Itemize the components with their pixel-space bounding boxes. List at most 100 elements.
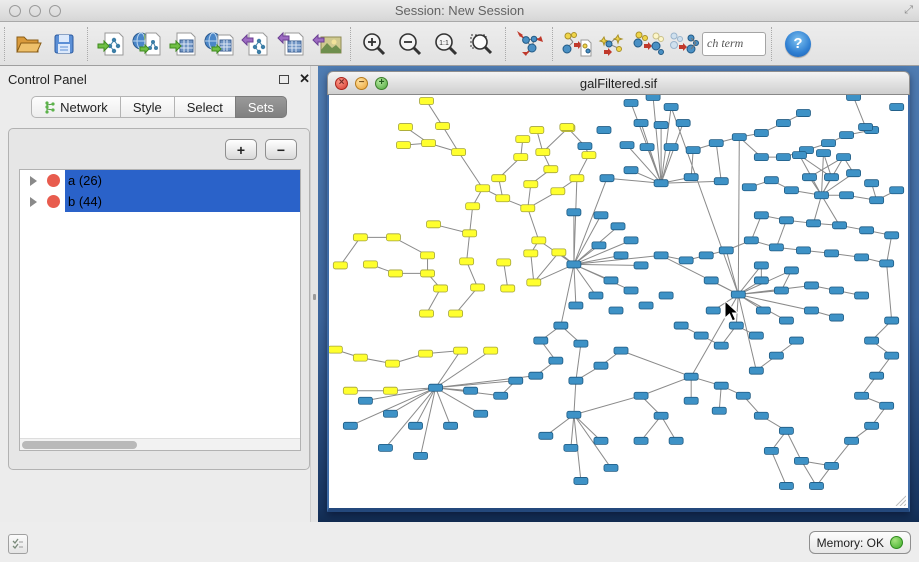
graph-node[interactable] [530, 127, 544, 134]
horizontal-scrollbar[interactable] [20, 438, 300, 450]
graph-node[interactable] [809, 482, 823, 489]
graph-node[interactable] [870, 372, 884, 379]
resize-grip-icon[interactable] [894, 494, 906, 506]
network-canvas[interactable] [327, 95, 910, 512]
graph-node[interactable] [784, 267, 798, 274]
graph-node[interactable] [769, 352, 783, 359]
graph-node[interactable] [589, 292, 603, 299]
network-window[interactable]: × − + galFiltered.sif [327, 71, 910, 512]
graph-node[interactable] [427, 221, 441, 228]
graph-node[interactable] [749, 367, 763, 374]
set-row-a[interactable]: a (26) [20, 170, 300, 191]
graph-node[interactable] [624, 237, 638, 244]
graph-node[interactable] [582, 152, 596, 159]
graph-node[interactable] [449, 310, 463, 317]
graph-node[interactable] [436, 123, 450, 130]
graph-node[interactable] [796, 247, 810, 254]
network-graph[interactable] [329, 95, 908, 508]
graph-node[interactable] [574, 477, 588, 484]
graph-node[interactable] [524, 181, 538, 188]
graph-node[interactable] [634, 120, 648, 127]
zoom-out-button[interactable] [392, 26, 428, 62]
graph-node[interactable] [414, 452, 428, 459]
graph-node[interactable] [664, 144, 678, 151]
first-neighbors-file-button[interactable] [558, 26, 594, 62]
graph-node[interactable] [754, 212, 768, 219]
graph-node[interactable] [749, 332, 763, 339]
graph-node[interactable] [840, 192, 854, 199]
graph-node[interactable] [614, 252, 628, 259]
import-network-web-button[interactable] [129, 26, 165, 62]
zoom-actual-size-button[interactable]: 1:1 [428, 26, 464, 62]
graph-node[interactable] [816, 150, 830, 157]
graph-node[interactable] [732, 134, 746, 141]
graph-node[interactable] [509, 377, 523, 384]
graph-node[interactable] [736, 392, 750, 399]
graph-node[interactable] [536, 149, 550, 156]
graph-node[interactable] [552, 249, 566, 256]
scrollbar-thumb[interactable] [22, 441, 137, 449]
graph-node[interactable] [388, 270, 402, 277]
graph-node[interactable] [714, 342, 728, 349]
graph-node[interactable] [684, 373, 698, 380]
graph-node[interactable] [719, 247, 733, 254]
graph-node[interactable] [865, 422, 879, 429]
graph-node[interactable] [429, 384, 443, 391]
graph-node[interactable] [492, 175, 506, 182]
graph-node[interactable] [474, 410, 488, 417]
tab-network[interactable]: Network [31, 96, 120, 118]
graph-node[interactable] [686, 147, 700, 154]
graph-node[interactable] [704, 277, 718, 284]
graph-node[interactable] [840, 132, 854, 139]
graph-node[interactable] [714, 382, 728, 389]
export-network-button[interactable] [237, 26, 273, 62]
graph-node[interactable] [824, 174, 838, 181]
graph-node[interactable] [684, 397, 698, 404]
graph-node[interactable] [521, 205, 535, 212]
graph-node[interactable] [444, 422, 458, 429]
graph-node[interactable] [837, 154, 851, 161]
graph-node[interactable] [634, 437, 648, 444]
import-table-web-button[interactable] [201, 26, 237, 62]
import-table-file-button[interactable] [165, 26, 201, 62]
expander-icon[interactable] [30, 176, 37, 186]
graph-node[interactable] [524, 250, 538, 257]
float-panel-icon[interactable] [279, 75, 289, 84]
graph-node[interactable] [885, 317, 899, 324]
graph-node[interactable] [634, 262, 648, 269]
tab-sets[interactable]: Sets [235, 96, 287, 118]
graph-node[interactable] [860, 227, 874, 234]
graph-node[interactable] [646, 95, 660, 101]
graph-node[interactable] [845, 437, 859, 444]
graph-node[interactable] [806, 220, 820, 227]
graph-node[interactable] [859, 124, 873, 131]
graph-node[interactable] [597, 127, 611, 134]
graph-node[interactable] [484, 347, 498, 354]
export-table-button[interactable] [273, 26, 309, 62]
graph-node[interactable] [353, 234, 367, 241]
graph-node[interactable] [396, 142, 410, 149]
graph-node[interactable] [764, 447, 778, 454]
graph-node[interactable] [569, 302, 583, 309]
graph-node[interactable] [714, 178, 728, 185]
graph-node[interactable] [434, 285, 448, 292]
graph-node[interactable] [386, 234, 400, 241]
graph-node[interactable] [544, 166, 558, 173]
graph-node[interactable] [549, 357, 563, 364]
graph-node[interactable] [731, 291, 745, 298]
graph-node[interactable] [570, 175, 584, 182]
import-network-file-button[interactable] [93, 26, 129, 62]
graph-node[interactable] [421, 270, 435, 277]
graph-node[interactable] [742, 184, 756, 191]
graph-node[interactable] [383, 410, 397, 417]
graph-node[interactable] [527, 279, 541, 286]
apply-layout-button[interactable] [511, 26, 547, 62]
graph-node[interactable] [789, 337, 803, 344]
help-button[interactable]: ? [785, 31, 811, 57]
graph-node[interactable] [353, 354, 367, 361]
graph-node[interactable] [534, 337, 548, 344]
graph-node[interactable] [420, 98, 434, 105]
graph-node[interactable] [514, 154, 528, 161]
graph-node[interactable] [639, 302, 653, 309]
set-row-b[interactable]: b (44) [20, 191, 300, 212]
